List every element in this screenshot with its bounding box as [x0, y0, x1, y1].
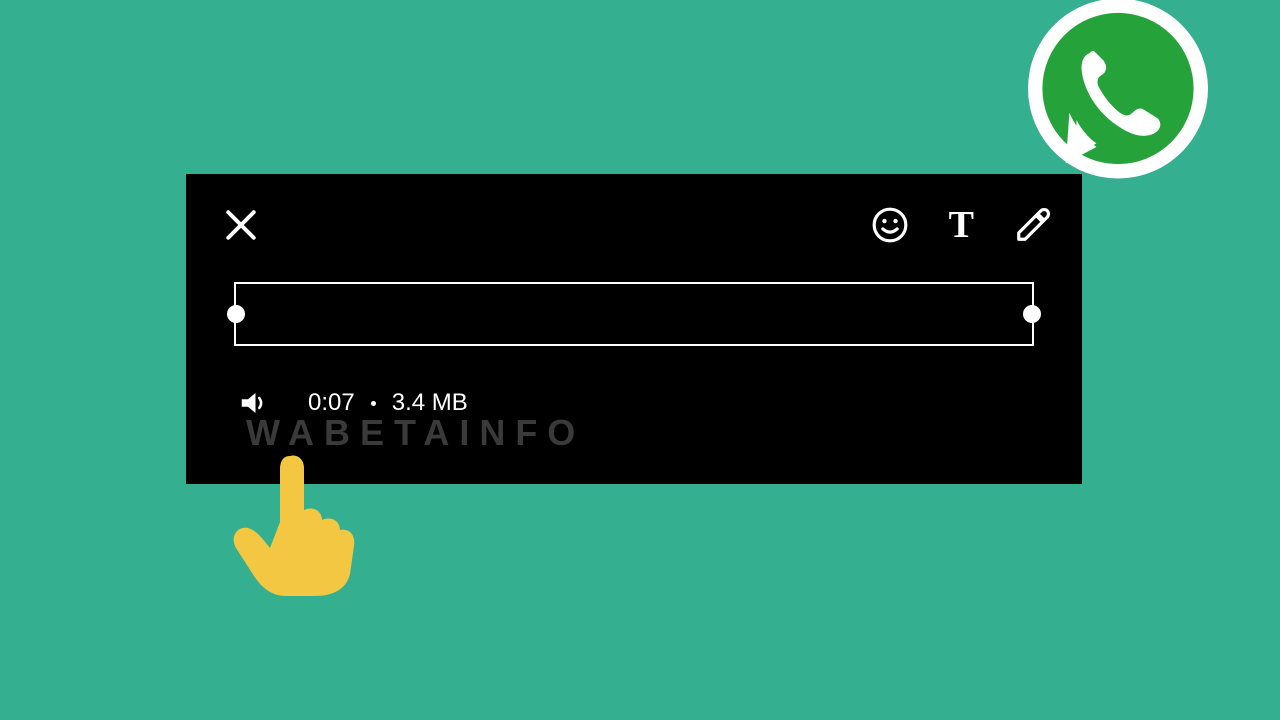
speaker-icon [238, 388, 268, 418]
watermark: WABETAINFO [246, 412, 585, 454]
video-trim-bar[interactable] [234, 282, 1034, 346]
media-info-row: 0:07 3.4 MB [238, 388, 468, 418]
emoji-icon [871, 206, 909, 244]
duration-label: 0:07 [308, 389, 355, 417]
media-editor-panel: T WABETAINFO 0:07 3.4 MB [186, 174, 1082, 484]
whatsapp-logo [1010, 0, 1226, 210]
trim-handle-start[interactable] [227, 305, 245, 323]
text-button[interactable]: T [949, 206, 974, 244]
filesize-label: 3.4 MB [392, 389, 468, 417]
mute-button[interactable] [238, 388, 268, 418]
separator-dot [371, 401, 376, 406]
close-button[interactable] [224, 208, 258, 242]
emoji-button[interactable] [871, 206, 909, 244]
draw-button[interactable] [1014, 206, 1052, 244]
pencil-icon [1014, 206, 1052, 244]
toolbar: T [186, 200, 1082, 250]
trim-handle-end[interactable] [1023, 305, 1041, 323]
close-icon [224, 208, 258, 242]
